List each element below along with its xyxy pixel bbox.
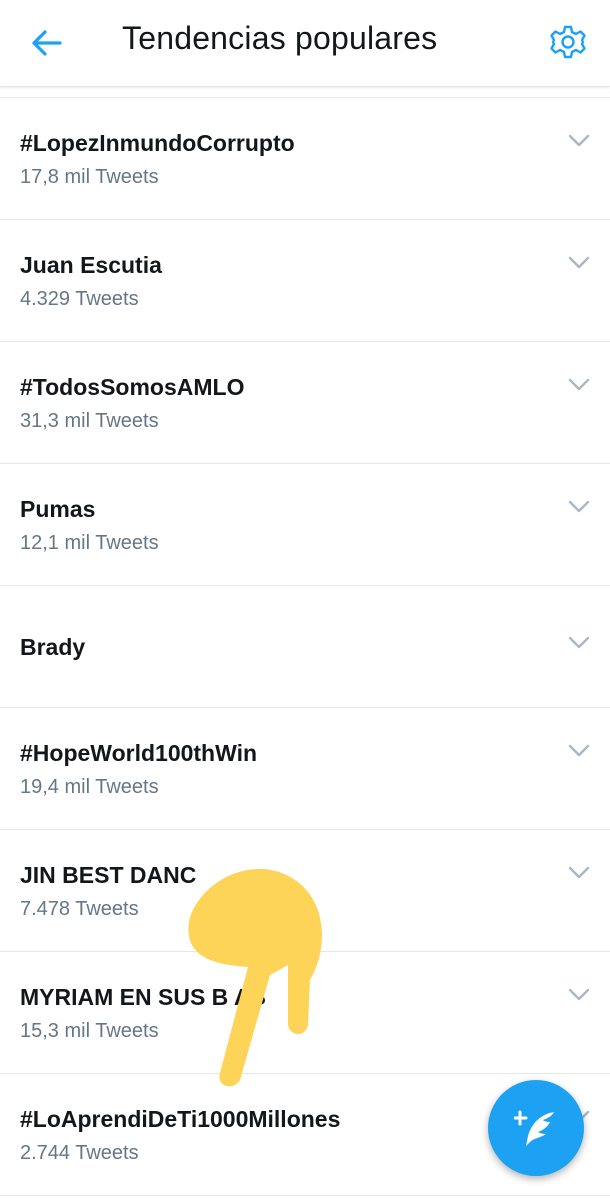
trend-tweet-count: 4.329 Tweets: [20, 288, 139, 310]
compose-tweet-icon: [514, 1110, 554, 1146]
trend-name: Pumas: [20, 496, 96, 522]
trend-name: #LopezInmundoCorrupto: [20, 130, 295, 156]
arrow-left-icon: [32, 30, 62, 56]
page-title: Tendencias populares: [122, 20, 438, 56]
trend-name: #LoAprendiDeTi1000Millones: [20, 1106, 341, 1132]
trend-item[interactable]: #TodosSomosAMLO 31,3 mil Tweets: [0, 342, 610, 464]
trend-item[interactable]: #LopezInmundoCorrupto 17,8 mil Tweets: [0, 98, 610, 220]
chevron-down-icon[interactable]: [568, 134, 590, 148]
back-button[interactable]: [26, 22, 68, 64]
trend-name: #HopeWorld100thWin: [20, 740, 258, 766]
chevron-down-icon[interactable]: [568, 636, 590, 650]
trend-item[interactable]: Brady: [0, 586, 610, 708]
trend-tweet-count: 15,3 mil Tweets: [20, 1020, 159, 1042]
chevron-down-icon[interactable]: [568, 256, 590, 270]
trend-name: Juan Escutia: [20, 252, 162, 278]
gear-icon: [550, 25, 586, 59]
trend-tweet-count: 2.744 Tweets: [20, 1142, 139, 1164]
chevron-down-icon[interactable]: [568, 866, 590, 880]
trend-name: Brady: [20, 634, 86, 660]
trend-item[interactable]: Pumas 12,1 mil Tweets: [0, 464, 610, 586]
chevron-down-icon[interactable]: [568, 500, 590, 514]
trend-name: #TodosSomosAMLO: [20, 374, 245, 400]
chevron-down-icon[interactable]: [568, 988, 590, 1002]
trend-tweet-count: 31,3 mil Tweets: [20, 410, 159, 432]
top-app-bar: Tendencias populares: [0, 0, 610, 87]
trend-tweet-count: 19,4 mil Tweets: [20, 776, 159, 798]
chevron-down-icon[interactable]: [568, 378, 590, 392]
trend-tweet-count: 17,8 mil Tweets: [20, 166, 159, 188]
pointing-hand-emoji-icon: [188, 869, 322, 1087]
compose-tweet-button[interactable]: [488, 1080, 584, 1176]
trend-item[interactable]: Juan Escutia 4.329 Tweets: [0, 220, 610, 342]
chevron-down-icon[interactable]: [568, 744, 590, 758]
trend-tweet-count: 7.478 Tweets: [20, 898, 139, 920]
trend-tweet-count: 12,1 mil Tweets: [20, 532, 159, 554]
settings-button[interactable]: [546, 20, 590, 64]
trend-item[interactable]: #HopeWorld100thWin 19,4 mil Tweets: [0, 708, 610, 830]
